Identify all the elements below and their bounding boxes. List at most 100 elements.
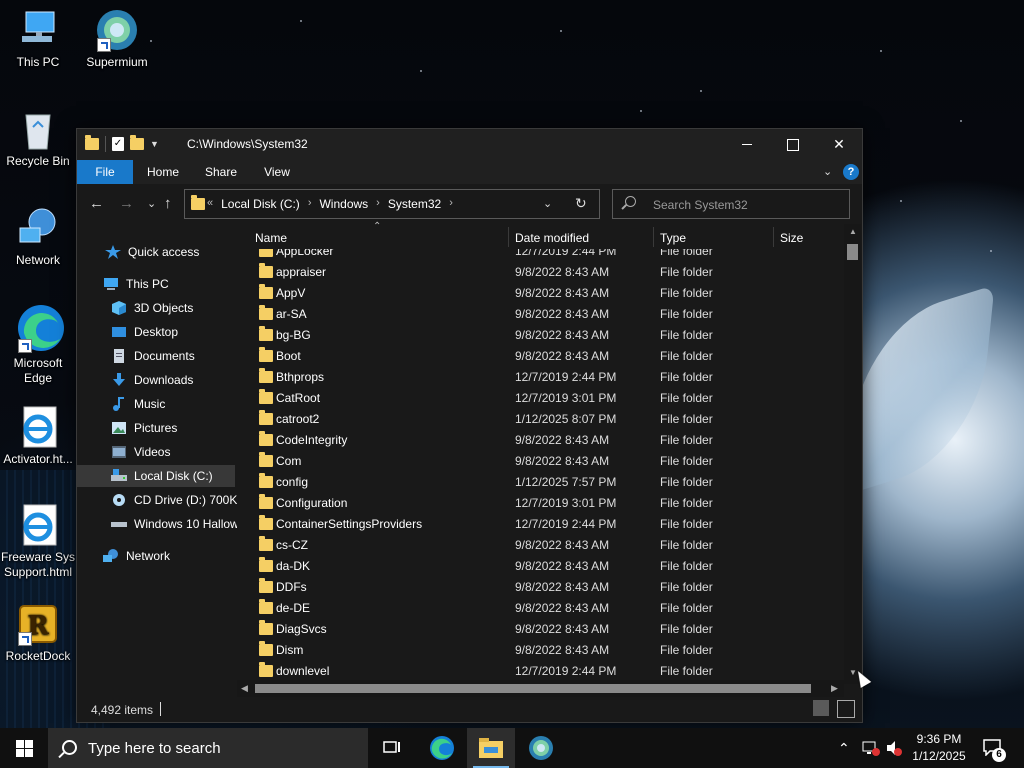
search-input[interactable]: Search System32 [612,189,850,219]
system-clock[interactable]: 9:36 PM 1/12/2025 [905,731,973,765]
column-header-size[interactable]: Size [780,231,803,245]
overflow-chevron-icon[interactable]: « [207,197,213,211]
address-history-icon[interactable]: ⌄ [543,197,552,210]
scroll-left-icon[interactable]: ◀ [241,683,248,694]
table-row[interactable]: bg-BG 9/8/2022 8:43 AM File folder [253,324,848,345]
table-row[interactable]: Com 9/8/2022 8:43 AM File folder [253,450,848,471]
volume-button[interactable] [885,728,903,768]
nav-local-disk[interactable]: Local Disk (C:) [77,465,235,487]
nav-usb-drive[interactable]: Windows 10 Hallow [77,513,237,535]
taskbar-edge-button[interactable] [418,728,466,768]
desktop-icon-recycle-bin[interactable]: Recycle Bin [0,107,76,169]
table-row[interactable]: AppLocker 12/7/2019 2:44 PM File folder [253,249,848,261]
chevron-right-icon[interactable]: › [308,197,312,211]
show-hidden-icons-button[interactable]: ⌃ [838,728,850,768]
table-row[interactable]: CodeIntegrity 9/8/2022 8:43 AM File folder [253,429,848,450]
table-row[interactable]: cs-CZ 9/8/2022 8:43 AM File folder [253,534,848,555]
new-folder-icon[interactable] [130,135,144,150]
start-button[interactable] [0,728,48,768]
table-row[interactable]: DDFs 9/8/2022 8:43 AM File folder [253,576,848,597]
close-button[interactable]: ✕ [816,129,862,160]
minimize-button[interactable] [724,129,770,160]
address-bar[interactable]: « Local Disk (C:) › Windows › System32 ›… [184,189,600,219]
desktop-icon-label: Activator.ht... [3,452,73,466]
refresh-icon[interactable]: ↻ [575,195,587,212]
table-row[interactable]: ar-SA 9/8/2022 8:43 AM File folder [253,303,848,324]
tab-share[interactable]: Share [193,160,249,184]
maximize-button[interactable] [770,129,816,160]
table-row[interactable]: Bthprops 12/7/2019 2:44 PM File folder [253,366,848,387]
table-row[interactable]: Configuration 12/7/2019 3:01 PM File folde… [253,492,848,513]
vertical-scroll-thumb[interactable] [847,244,858,260]
scroll-right-icon[interactable]: ▶ [831,683,838,694]
column-divider[interactable] [653,227,654,247]
chevron-down-icon[interactable]: ⌄ [823,165,832,178]
file-name: DDFs [276,580,307,594]
column-header-date[interactable]: Date modified [515,231,589,245]
taskbar-search-box[interactable]: Type here to search [48,728,368,768]
help-button[interactable]: ? [843,164,859,180]
details-view-button[interactable] [813,700,829,716]
back-arrow-icon[interactable]: ← [89,195,104,212]
large-icons-view-button[interactable] [837,700,855,718]
file-explorer-window[interactable]: ✓ ▼ C:\Windows\System32 ✕ File Home Shar… [76,128,863,723]
nav-videos[interactable]: Videos [77,441,235,463]
breadcrumb-windows[interactable]: Windows [319,197,368,211]
table-row[interactable]: ContainerSettingsProviders 12/7/2019 2:44… [253,513,848,534]
nav-downloads[interactable]: Downloads [77,369,235,391]
horizontal-scrollbar[interactable]: ◀ ▶ [237,680,844,697]
taskbar-file-explorer-button[interactable] [467,728,515,768]
recent-locations-icon[interactable]: ⌄ [147,197,156,210]
desktop-icon-supermium[interactable]: Supermium [79,8,155,70]
network-status-button[interactable] [862,728,880,768]
table-row[interactable]: Boot 9/8/2022 8:43 AM File folder [253,345,848,366]
desktop-icon-this-pc[interactable]: This PC [0,8,76,70]
table-row[interactable]: da-DK 9/8/2022 8:43 AM File folder [253,555,848,576]
task-view-button[interactable] [368,728,416,768]
chevron-right-icon[interactable]: › [449,197,453,211]
nav-quick-access[interactable]: Quick access [77,241,235,263]
table-row[interactable]: de-DE 9/8/2022 8:43 AM File folder [253,597,848,618]
column-header-name[interactable]: Name [255,231,287,245]
tab-home[interactable]: Home [137,160,189,184]
desktop-icon-network[interactable]: Network [0,206,76,268]
table-row[interactable]: downlevel 12/7/2019 2:44 PM File folder [253,660,848,679]
nav-desktop[interactable]: Desktop [77,321,235,343]
breadcrumb-system32[interactable]: System32 [388,197,441,211]
nav-3d-objects[interactable]: 3D Objects [77,297,235,319]
breadcrumb-local-disk[interactable]: Local Disk (C:) [221,197,300,211]
up-arrow-icon[interactable]: ↑ [164,195,172,212]
nav-documents[interactable]: Documents [77,345,235,367]
taskbar-supermium-button[interactable] [517,728,565,768]
tab-view[interactable]: View [253,160,301,184]
chevron-right-icon[interactable]: › [376,197,380,211]
column-header-type[interactable]: Type [660,231,686,245]
properties-icon[interactable]: ✓ [112,137,124,151]
vertical-scrollbar[interactable]: ▲ ▼ [844,224,861,684]
scroll-up-icon[interactable]: ▲ [849,227,857,236]
nav-this-pc[interactable]: This PC [77,273,235,295]
tab-file[interactable]: File [77,160,133,184]
horizontal-scroll-thumb[interactable] [255,684,811,693]
desktop-icon-microsoft-edge[interactable]: Microsoft Edge [0,303,76,386]
forward-arrow-icon[interactable]: → [119,195,134,212]
nav-pictures[interactable]: Pictures [77,417,235,439]
table-row[interactable]: config 1/12/2025 7:57 PM File folder [253,471,848,492]
table-row[interactable]: CatRoot 12/7/2019 3:01 PM File folder [253,387,848,408]
supermium-icon [95,8,139,52]
desktop-icon-activator[interactable]: Activator.ht... [0,405,76,467]
table-row[interactable]: appraiser 9/8/2022 8:43 AM File folder [253,261,848,282]
desktop-icon-rocketdock[interactable]: R RocketDock [0,602,76,664]
table-row[interactable]: DiagSvcs 9/8/2022 8:43 AM File folder [253,618,848,639]
nav-cd-drive[interactable]: CD Drive (D:) 700K [77,489,237,511]
title-bar[interactable]: ✓ ▼ C:\Windows\System32 ✕ [77,129,862,160]
column-divider[interactable] [773,227,774,247]
table-row[interactable]: AppV 9/8/2022 8:43 AM File folder [253,282,848,303]
table-row[interactable]: catroot2 1/12/2025 8:07 PM File folder [253,408,848,429]
table-row[interactable]: Dism 9/8/2022 8:43 AM File folder [253,639,848,660]
desktop-icon-freeware-support[interactable]: Freeware Sys Support.html [0,503,76,580]
customize-toolbar-icon[interactable]: ▼ [150,139,159,149]
nav-music[interactable]: Music [77,393,235,415]
nav-network[interactable]: Network [77,545,235,567]
column-divider[interactable] [508,227,509,247]
